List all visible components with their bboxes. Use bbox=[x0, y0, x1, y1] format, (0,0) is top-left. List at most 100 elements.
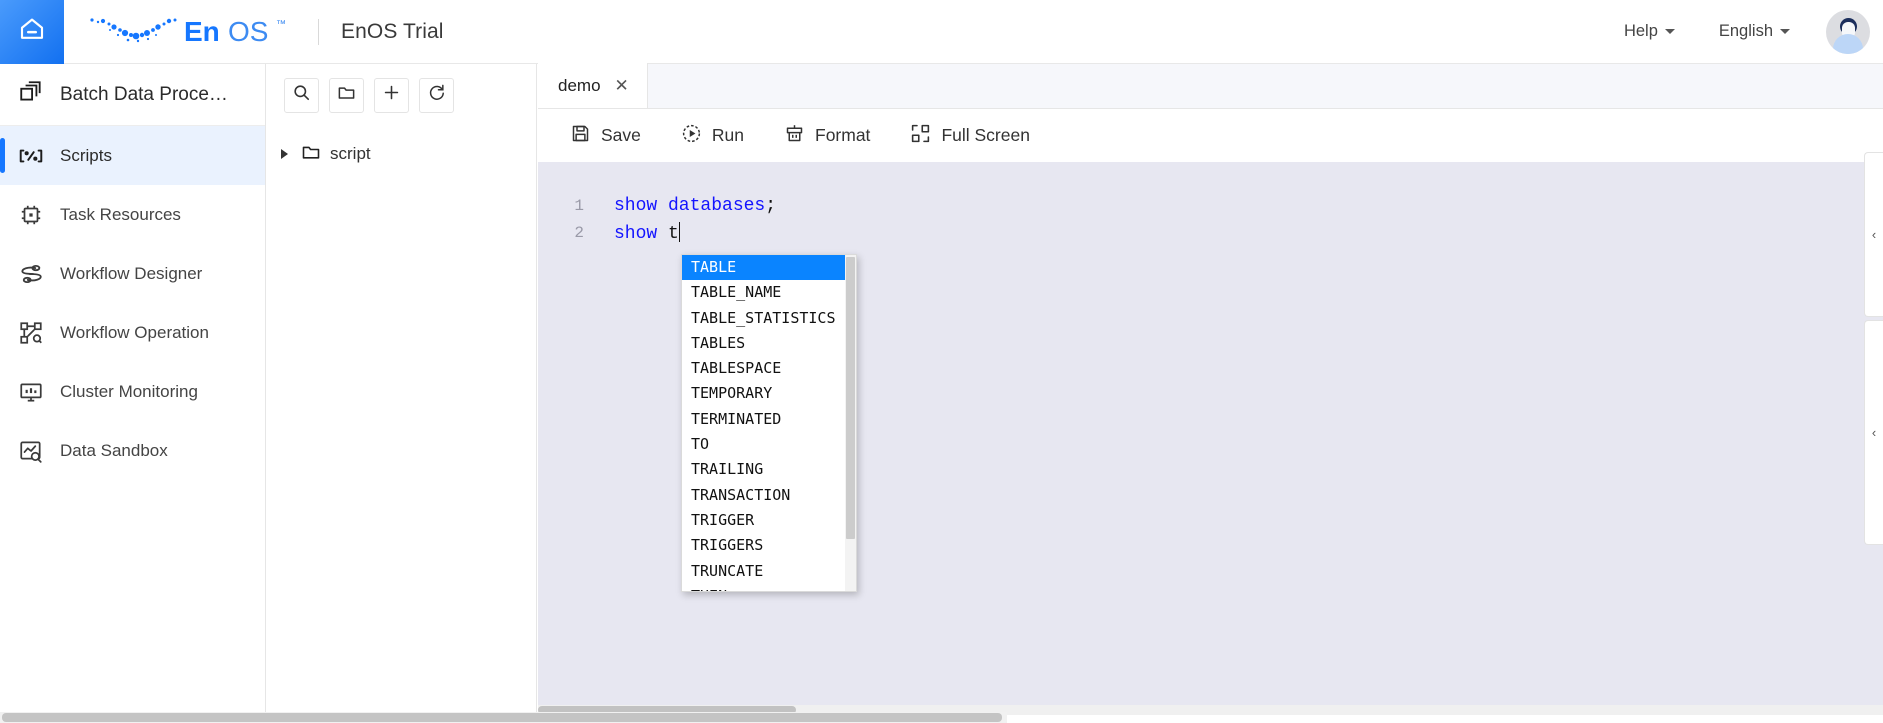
sidebar: Batch Data Proce… Scripts Task Resources… bbox=[0, 64, 266, 723]
chevron-right-icon[interactable] bbox=[281, 149, 288, 159]
scrollbar-thumb[interactable] bbox=[2, 713, 1002, 722]
avatar[interactable] bbox=[1826, 9, 1870, 54]
format-button[interactable]: Format bbox=[784, 123, 870, 149]
format-brush-icon bbox=[784, 123, 805, 149]
code-brackets-icon bbox=[18, 143, 44, 169]
refresh-icon bbox=[427, 83, 446, 107]
format-label: Format bbox=[815, 125, 871, 145]
search-icon bbox=[292, 83, 311, 107]
code-punctuation: ; bbox=[765, 195, 777, 216]
sidebar-item-cluster-monitoring[interactable]: Cluster Monitoring bbox=[0, 362, 265, 421]
home-icon bbox=[17, 14, 47, 49]
sidebar-item-label: Task Resources bbox=[60, 204, 181, 224]
autocomplete-scrollbar[interactable] bbox=[845, 255, 856, 591]
sidebar-item-label: Data Sandbox bbox=[60, 440, 168, 460]
file-tree: script bbox=[267, 126, 536, 172]
autocomplete-item[interactable]: TABLESPACE bbox=[682, 356, 856, 381]
code-keyword: show databases bbox=[614, 195, 766, 216]
code-keyword: show bbox=[614, 223, 669, 244]
folder-icon bbox=[337, 83, 356, 107]
editor-tab-demo[interactable]: demo ✕ bbox=[538, 63, 648, 108]
scrollbar-thumb[interactable] bbox=[846, 257, 855, 539]
autocomplete-item[interactable]: TO bbox=[682, 432, 856, 457]
save-button[interactable]: Save bbox=[570, 123, 641, 149]
new-file-button[interactable] bbox=[374, 77, 409, 113]
sidebar-item-data-sandbox[interactable]: Data Sandbox bbox=[0, 421, 265, 480]
file-explorer-panel: script bbox=[267, 64, 537, 723]
logo-tm-text: ™ bbox=[276, 19, 286, 30]
autocomplete-item[interactable]: TRIGGER bbox=[682, 508, 856, 533]
fullscreen-label: Full Screen bbox=[941, 125, 1030, 145]
help-label: Help bbox=[1623, 22, 1658, 40]
folder-icon bbox=[301, 142, 321, 167]
autocomplete-item[interactable]: TRANSACTION bbox=[682, 483, 856, 508]
chevron-down-icon bbox=[1664, 29, 1675, 34]
editor-tab-label: demo bbox=[558, 75, 601, 95]
workflow-icon bbox=[18, 261, 44, 287]
language-label: English bbox=[1718, 22, 1773, 40]
sidebar-app-title-row: Batch Data Proce… bbox=[0, 64, 265, 126]
run-button[interactable]: Run bbox=[681, 123, 744, 149]
chevron-left-icon: ‹ bbox=[1871, 425, 1877, 440]
sidebar-item-workflow-operation[interactable]: Workflow Operation bbox=[0, 303, 265, 362]
language-menu[interactable]: English bbox=[1697, 22, 1812, 41]
logo-os-text: OS bbox=[228, 16, 268, 47]
sidebar-item-workflow-designer[interactable]: Workflow Designer bbox=[0, 244, 265, 303]
save-label: Save bbox=[601, 125, 641, 145]
page-title: EnOS Trial bbox=[341, 19, 444, 43]
collapse-panel-toggle-bottom[interactable]: ‹ bbox=[1864, 320, 1883, 545]
autocomplete-dropdown[interactable]: TABLE TABLE_NAME TABLE_STATISTICS TABLES… bbox=[681, 254, 857, 592]
avatar-body bbox=[1833, 33, 1863, 54]
app-header: En OS ™ EnOS Trial Help English bbox=[0, 0, 1883, 64]
tree-item-label: script bbox=[330, 144, 371, 163]
autocomplete-item[interactable]: TRUNCATE bbox=[682, 559, 856, 584]
help-menu[interactable]: Help bbox=[1602, 22, 1697, 41]
code-line-content: show t bbox=[614, 221, 681, 244]
collapse-panel-toggle-top[interactable]: ‹ bbox=[1864, 152, 1883, 317]
search-button[interactable] bbox=[284, 77, 319, 113]
enos-swoosh-icon bbox=[90, 17, 177, 42]
refresh-button[interactable] bbox=[419, 77, 454, 113]
text-cursor bbox=[678, 221, 681, 242]
sidebar-item-task-resources[interactable]: Task Resources bbox=[0, 185, 265, 244]
autocomplete-item[interactable]: TABLE_NAME bbox=[682, 280, 856, 305]
tree-item-script[interactable]: script bbox=[267, 136, 536, 172]
autocomplete-item[interactable]: TABLE_STATISTICS bbox=[682, 306, 856, 331]
code-line-content: show databases; bbox=[614, 196, 776, 216]
code-typed-text: t bbox=[668, 223, 679, 244]
autocomplete-item[interactable]: TABLES bbox=[682, 331, 856, 356]
run-label: Run bbox=[711, 125, 744, 145]
autocomplete-item[interactable]: TRIGGERS bbox=[682, 533, 856, 558]
autocomplete-item[interactable]: THEN bbox=[682, 584, 856, 591]
autocomplete-item[interactable]: TRAILING bbox=[682, 457, 856, 482]
sidebar-item-label: Scripts bbox=[60, 145, 112, 165]
logo-en-text: En bbox=[184, 16, 220, 47]
chart-search-icon bbox=[18, 438, 44, 464]
new-folder-button[interactable] bbox=[329, 77, 364, 113]
autocomplete-item[interactable]: TERMINATED bbox=[682, 407, 856, 432]
home-button[interactable] bbox=[0, 0, 64, 64]
header-divider bbox=[318, 18, 319, 45]
fullscreen-icon bbox=[910, 123, 931, 149]
autocomplete-item[interactable]: TABLE bbox=[682, 255, 856, 281]
sidebar-item-scripts[interactable]: Scripts bbox=[0, 126, 265, 185]
sidebar-app-title: Batch Data Proce… bbox=[60, 83, 228, 105]
chevron-left-icon: ‹ bbox=[1871, 227, 1877, 242]
monitor-icon bbox=[18, 379, 44, 405]
editor-tabbar: demo ✕ bbox=[538, 63, 1883, 109]
page-horizontal-scrollbar[interactable] bbox=[0, 712, 1007, 723]
enos-wordmark: En OS ™ bbox=[184, 16, 286, 47]
sidebar-item-label: Workflow Designer bbox=[60, 263, 203, 283]
sidebar-item-label: Cluster Monitoring bbox=[60, 381, 198, 401]
layers-icon bbox=[18, 79, 44, 110]
code-line-2: 2 show t bbox=[538, 219, 681, 246]
plus-icon bbox=[382, 83, 401, 107]
chip-icon bbox=[18, 202, 44, 228]
close-icon[interactable]: ✕ bbox=[615, 77, 629, 94]
workflow-nodes-icon bbox=[18, 320, 44, 346]
fullscreen-button[interactable]: Full Screen bbox=[910, 123, 1030, 149]
autocomplete-item[interactable]: TEMPORARY bbox=[682, 381, 856, 406]
chevron-down-icon bbox=[1780, 29, 1790, 34]
sidebar-item-label: Workflow Operation bbox=[60, 322, 209, 342]
enos-logo[interactable]: En OS ™ bbox=[88, 14, 296, 50]
